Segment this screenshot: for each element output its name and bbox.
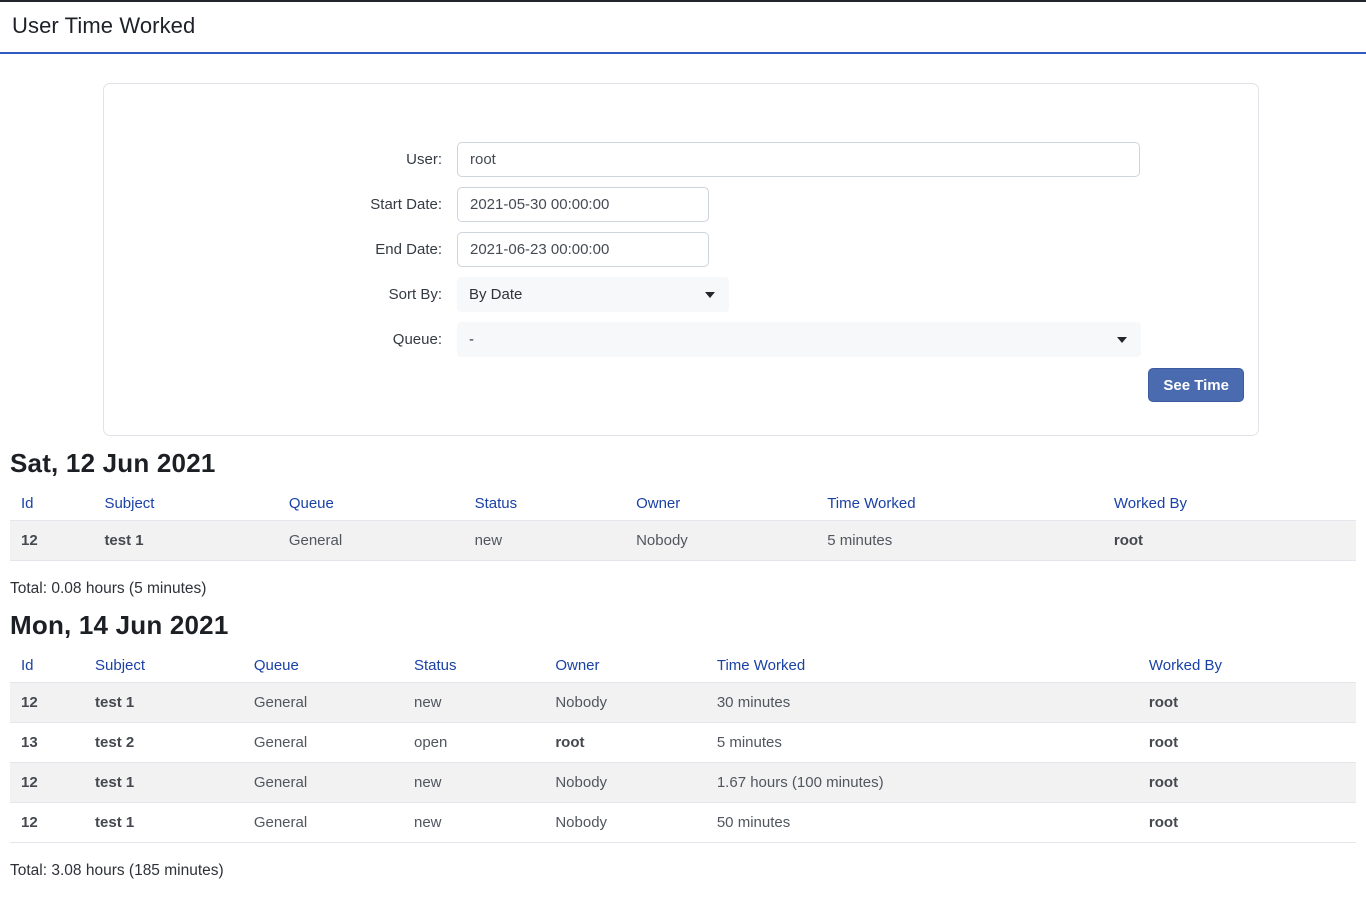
cell-worked-by: root (1138, 763, 1356, 803)
column-header-subject[interactable]: Subject (84, 649, 243, 683)
cell-subject: test 1 (93, 521, 277, 561)
cell-queue: General (243, 683, 403, 723)
cell-subject: test 1 (84, 763, 243, 803)
queue-selected-value: - (469, 331, 474, 348)
cell-time-worked: 1.67 hours (100 minutes) (706, 763, 1138, 803)
time-worked-table: IdSubjectQueueStatusOwnerTime WorkedWork… (10, 487, 1356, 561)
cell-queue: General (278, 521, 464, 561)
column-header-worked-by[interactable]: Worked By (1138, 649, 1356, 683)
user-input[interactable] (457, 142, 1140, 177)
chevron-down-icon (705, 292, 715, 298)
table-row: 13test 2Generalopenroot5 minutesroot (10, 723, 1356, 763)
form-actions: See Time (104, 368, 1244, 402)
sort-by-label: Sort By: (104, 286, 442, 303)
table-row: 12test 1GeneralnewNobody30 minutesroot (10, 683, 1356, 723)
column-header-time-worked[interactable]: Time Worked (816, 487, 1103, 521)
sort-by-field-row: Sort By: By Date (104, 277, 1242, 312)
cell-id: 13 (10, 723, 84, 763)
column-header-queue[interactable]: Queue (278, 487, 464, 521)
queue-field-row: Queue: - (104, 322, 1242, 357)
table-row: 12test 1GeneralnewNobody1.67 hours (100 … (10, 763, 1356, 803)
cell-subject: test 1 (84, 803, 243, 843)
cell-id: 12 (10, 803, 84, 843)
user-field-row: User: (104, 142, 1242, 177)
end-date-label: End Date: (104, 241, 442, 258)
cell-owner: Nobody (625, 521, 816, 561)
table-head: IdSubjectQueueStatusOwnerTime WorkedWork… (10, 649, 1356, 683)
cell-id: 12 (10, 521, 93, 561)
table-row: 12test 1GeneralnewNobody50 minutesroot (10, 803, 1356, 843)
column-header-status[interactable]: Status (464, 487, 626, 521)
column-header-id[interactable]: Id (10, 487, 93, 521)
cell-worked-by: root (1138, 683, 1356, 723)
cell-owner: Nobody (544, 763, 706, 803)
table-body: 12test 1GeneralnewNobody30 minutesroot13… (10, 683, 1356, 843)
cell-status: new (403, 683, 544, 723)
start-date-input[interactable] (457, 187, 709, 222)
date-heading: Sat, 12 Jun 2021 (10, 448, 1356, 479)
table-body: 12test 1GeneralnewNobody5 minutesroot (10, 521, 1356, 561)
column-header-owner[interactable]: Owner (625, 487, 816, 521)
header-row: IdSubjectQueueStatusOwnerTime WorkedWork… (10, 649, 1356, 683)
cell-status: new (403, 763, 544, 803)
column-header-id[interactable]: Id (10, 649, 84, 683)
table-row: 12test 1GeneralnewNobody5 minutesroot (10, 521, 1356, 561)
see-time-button[interactable]: See Time (1148, 368, 1244, 402)
cell-time-worked: 5 minutes (706, 723, 1138, 763)
cell-queue: General (243, 723, 403, 763)
cell-id: 12 (10, 683, 84, 723)
column-header-time-worked[interactable]: Time Worked (706, 649, 1138, 683)
cell-worked-by: root (1138, 723, 1356, 763)
cell-queue: General (243, 803, 403, 843)
cell-owner: root (544, 723, 706, 763)
time-worked-filter-form: User: Start Date: End Date: Sort By: By … (103, 83, 1259, 436)
cell-worked-by: root (1103, 521, 1356, 561)
section-total: Total: 0.08 hours (5 minutes) (10, 580, 1356, 598)
cell-worked-by: root (1138, 803, 1356, 843)
cell-time-worked: 5 minutes (816, 521, 1103, 561)
cell-subject: test 1 (84, 683, 243, 723)
cell-time-worked: 50 minutes (706, 803, 1138, 843)
table-head: IdSubjectQueueStatusOwnerTime WorkedWork… (10, 487, 1356, 521)
cell-owner: Nobody (544, 683, 706, 723)
user-label: User: (104, 151, 442, 168)
end-date-field-row: End Date: (104, 232, 1242, 267)
start-date-field-row: Start Date: (104, 187, 1242, 222)
queue-select[interactable]: - (457, 322, 1141, 357)
end-date-input[interactable] (457, 232, 709, 267)
sections: Sat, 12 Jun 2021IdSubjectQueueStatusOwne… (0, 448, 1366, 880)
cell-id: 12 (10, 763, 84, 803)
cell-queue: General (243, 763, 403, 803)
cell-status: new (464, 521, 626, 561)
cell-time-worked: 30 minutes (706, 683, 1138, 723)
time-worked-table: IdSubjectQueueStatusOwnerTime WorkedWork… (10, 649, 1356, 843)
cell-status: new (403, 803, 544, 843)
page-header: User Time Worked (0, 0, 1366, 54)
date-heading: Mon, 14 Jun 2021 (10, 610, 1356, 641)
column-header-subject[interactable]: Subject (93, 487, 277, 521)
chevron-down-icon (1117, 337, 1127, 343)
column-header-worked-by[interactable]: Worked By (1103, 487, 1356, 521)
sort-by-selected-value: By Date (469, 286, 522, 303)
queue-label: Queue: (104, 331, 442, 348)
start-date-label: Start Date: (104, 196, 442, 213)
column-header-queue[interactable]: Queue (243, 649, 403, 683)
page-title: User Time Worked (12, 13, 1354, 39)
sort-by-select[interactable]: By Date (457, 277, 729, 312)
cell-owner: Nobody (544, 803, 706, 843)
section-total: Total: 3.08 hours (185 minutes) (10, 862, 1356, 880)
header-row: IdSubjectQueueStatusOwnerTime WorkedWork… (10, 487, 1356, 521)
cell-subject: test 2 (84, 723, 243, 763)
cell-status: open (403, 723, 544, 763)
column-header-status[interactable]: Status (403, 649, 544, 683)
column-header-owner[interactable]: Owner (544, 649, 706, 683)
